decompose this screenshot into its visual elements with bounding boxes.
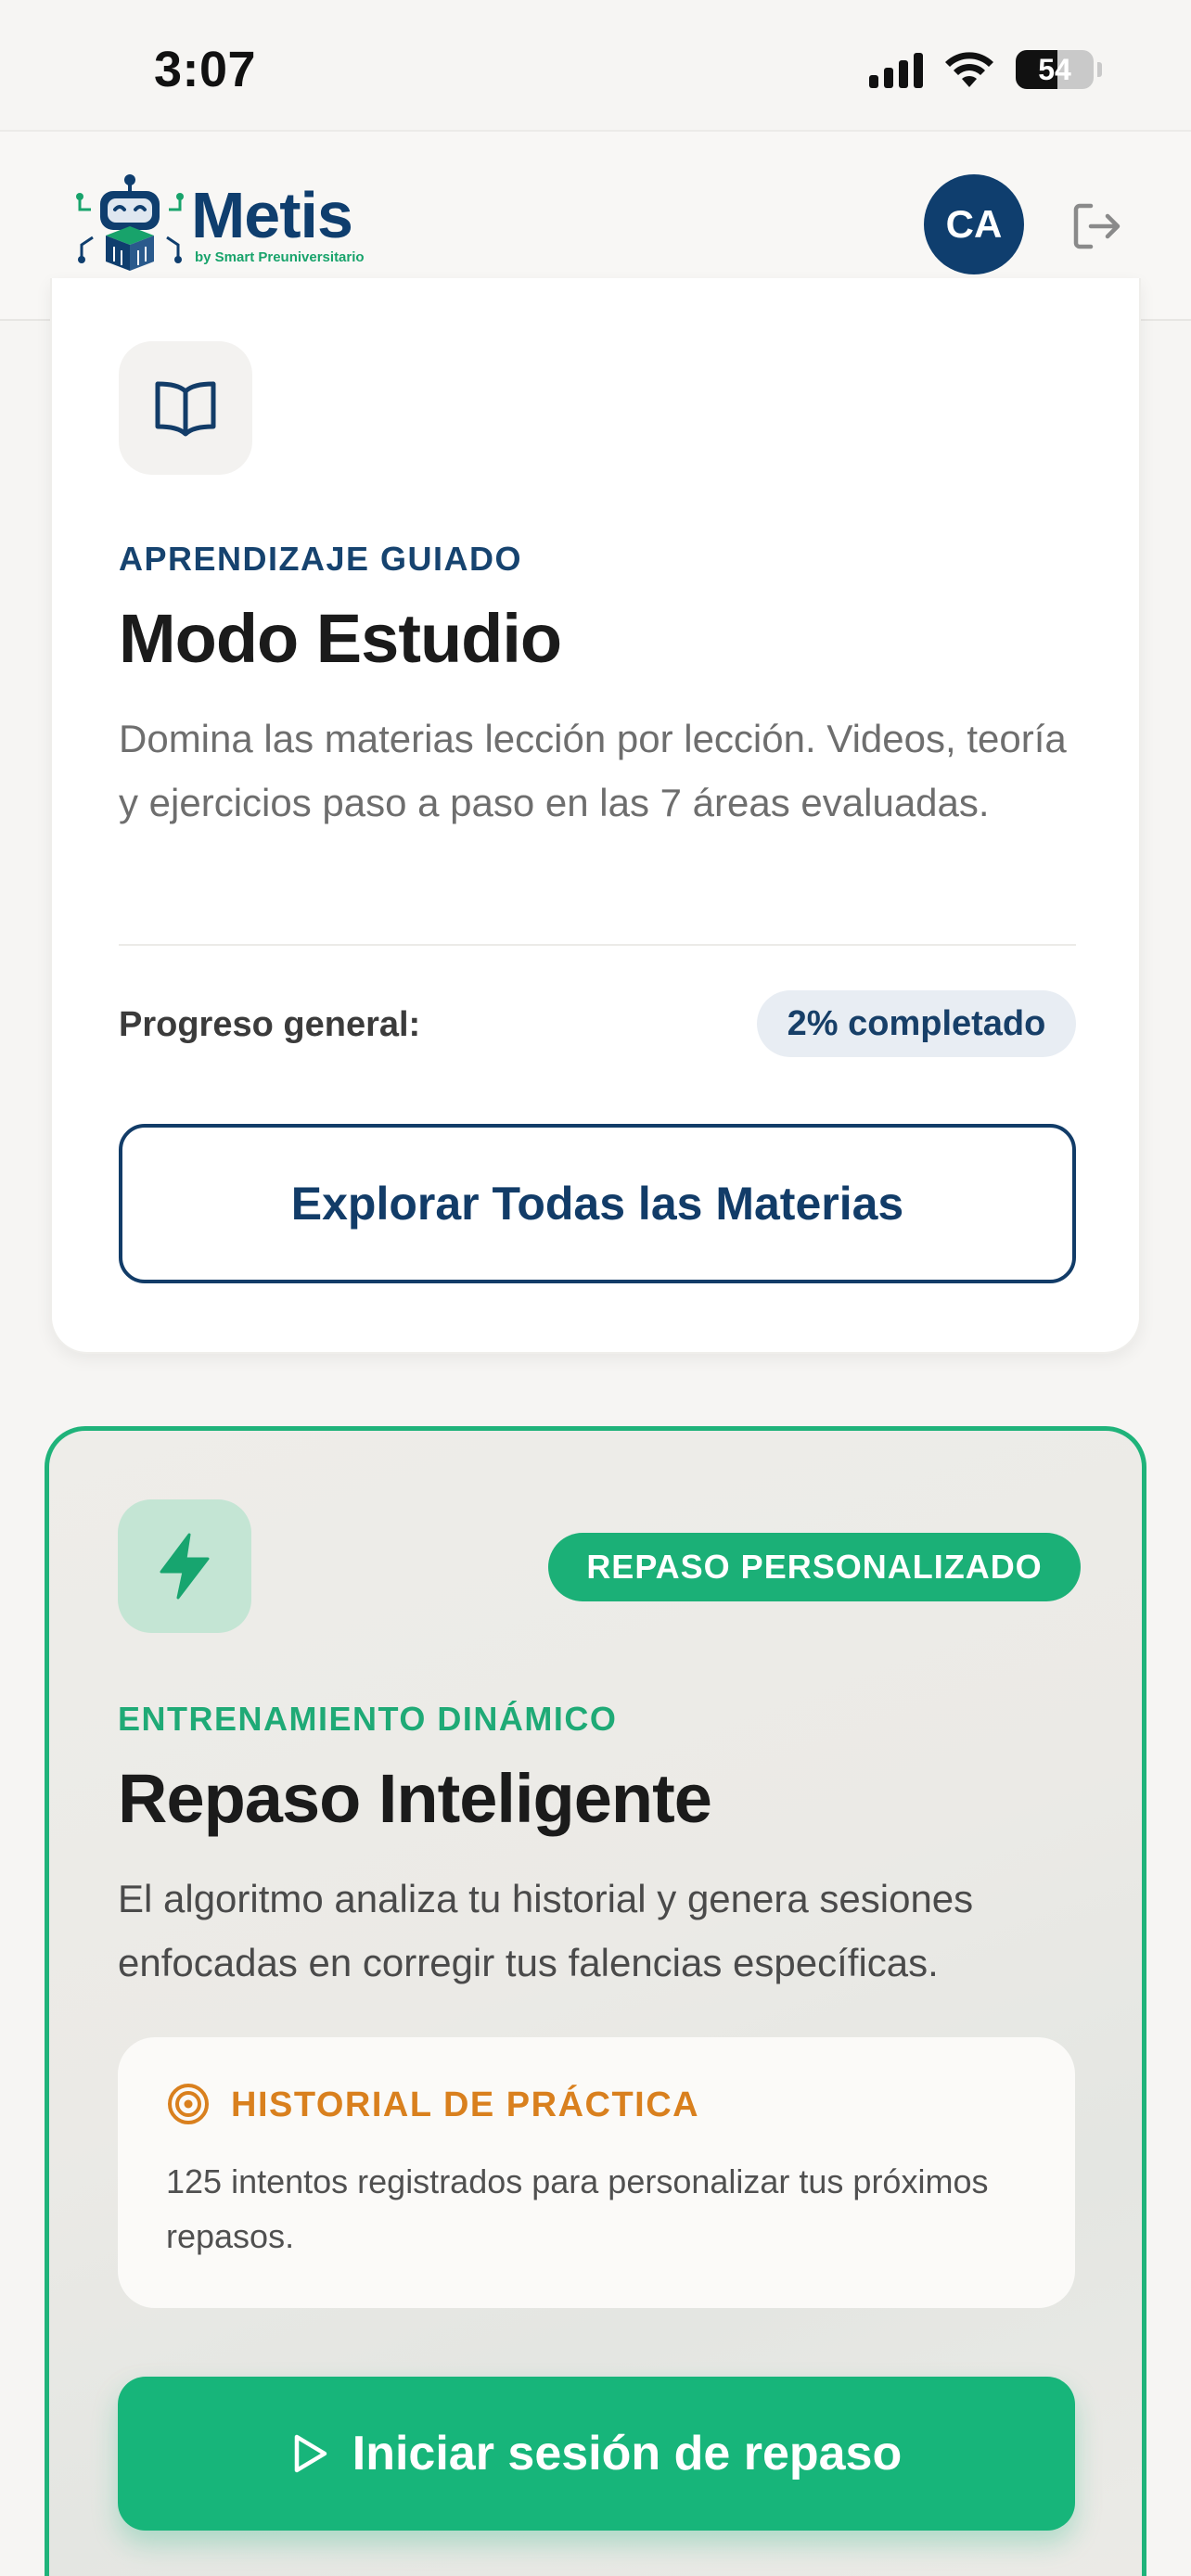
study-title: Modo Estudio — [119, 600, 562, 677]
review-eyebrow: ENTRENAMIENTO DINÁMICO — [118, 1700, 618, 1738]
progress-label: Progreso general: — [119, 1005, 421, 1044]
status-time: 3:07 — [154, 42, 257, 97]
start-review-label: Iniciar sesión de repaso — [352, 2427, 903, 2480]
review-icon-tile — [118, 1499, 251, 1633]
smart-review-card: REPASO PERSONALIZADO ENTRENAMIENTO DINÁM… — [45, 1426, 1146, 2576]
cellular-signal-icon — [869, 51, 923, 88]
start-review-button[interactable]: Iniciar sesión de repaso — [118, 2377, 1075, 2531]
status-icons: 54 — [869, 46, 1102, 93]
play-icon — [294, 2434, 327, 2473]
history-text: 125 intentos registrados para personaliz… — [166, 2162, 989, 2255]
history-title: HISTORIAL DE PRÁCTICA — [231, 2085, 700, 2124]
metis-logo[interactable]: Metis by Smart Preuniversitario — [72, 172, 365, 274]
logo-subtitle: by Smart Preuniversitario — [195, 249, 365, 265]
practice-history-box: HISTORIAL DE PRÁCTICA 125 intentos regis… — [118, 2037, 1075, 2308]
wifi-icon — [945, 52, 993, 87]
lightning-bolt-icon — [160, 1533, 210, 1600]
target-icon — [168, 2084, 209, 2124]
explore-subjects-button[interactable]: Explorar Todas las Materias — [119, 1124, 1076, 1283]
review-description: El algoritmo analiza tu historial y gene… — [118, 1877, 974, 1984]
book-open-icon — [155, 381, 216, 437]
battery-cap — [1097, 62, 1102, 77]
study-mode-card: APRENDIZAJE GUIADO Modo Estudio Domina l… — [50, 278, 1141, 1354]
divider — [119, 944, 1076, 946]
personalized-review-badge: REPASO PERSONALIZADO — [548, 1533, 1081, 1601]
robot-mascot-icon — [76, 174, 184, 271]
study-description: Domina las materias lección por lección.… — [119, 717, 1067, 824]
user-avatar[interactable]: CA — [924, 174, 1024, 274]
status-bar: 3:07 54 — [0, 0, 1191, 130]
study-eyebrow: APRENDIZAJE GUIADO — [119, 540, 523, 578]
logout-icon[interactable] — [1069, 198, 1124, 254]
battery-icon: 54 — [1016, 50, 1094, 89]
battery-percent: 54 — [1038, 52, 1071, 86]
progress-badge: 2% completado — [757, 990, 1076, 1057]
logo-title: Metis — [191, 178, 353, 251]
study-icon-tile — [119, 341, 252, 475]
review-title: Repaso Inteligente — [118, 1760, 712, 1837]
